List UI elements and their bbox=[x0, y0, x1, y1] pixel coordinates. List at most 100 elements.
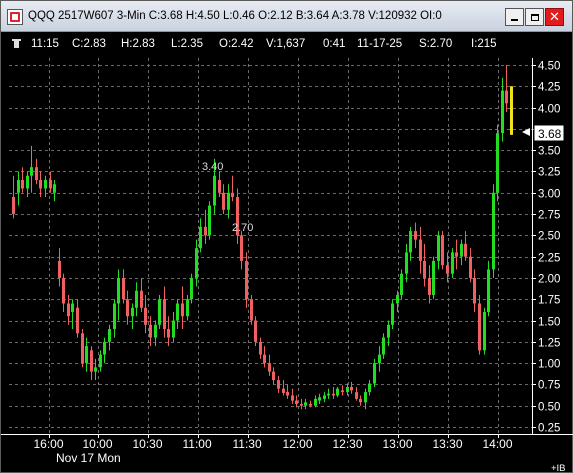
y-tick-label: 1.25 bbox=[538, 338, 560, 350]
candle-body bbox=[199, 226, 202, 249]
candle-body bbox=[487, 269, 490, 313]
x-tick-label: 13:00 bbox=[383, 437, 413, 451]
candle bbox=[473, 269, 476, 313]
candle-body bbox=[272, 371, 275, 381]
candle bbox=[300, 398, 303, 410]
candle-body bbox=[323, 395, 326, 399]
y-tick-label: 1.75 bbox=[538, 295, 560, 307]
y-tick-label: 3.25 bbox=[538, 167, 560, 179]
candle-body bbox=[304, 402, 307, 406]
candlestick-chart[interactable]: 4.504.254.003.753.503.253.002.752.502.25… bbox=[1, 1, 573, 473]
candle-body bbox=[501, 90, 504, 134]
candle-body bbox=[58, 260, 61, 278]
candle-body bbox=[140, 290, 143, 308]
candle-body bbox=[473, 277, 476, 304]
candle-body bbox=[346, 386, 349, 393]
candle bbox=[158, 294, 161, 330]
candle-body bbox=[483, 312, 486, 351]
annotation-high: 3.40 bbox=[202, 161, 223, 173]
candle-body bbox=[250, 299, 253, 321]
y-tick-label: 2.25 bbox=[538, 253, 560, 265]
candle bbox=[496, 124, 499, 202]
candle bbox=[409, 226, 412, 261]
y-axis: 4.504.254.003.753.503.253.002.752.502.25… bbox=[532, 58, 560, 435]
candle bbox=[314, 395, 317, 408]
annotation-strike: 2.70 bbox=[232, 222, 253, 234]
candle bbox=[58, 248, 61, 287]
candle-body bbox=[167, 329, 170, 338]
candle-body bbox=[437, 235, 440, 261]
candle bbox=[405, 243, 408, 283]
candle bbox=[135, 282, 138, 317]
candle-body bbox=[295, 400, 298, 405]
candle-body bbox=[332, 393, 335, 396]
candle-body bbox=[478, 303, 481, 351]
candles bbox=[12, 65, 513, 410]
candle bbox=[144, 294, 147, 334]
candle-body bbox=[364, 392, 367, 403]
candle bbox=[350, 381, 353, 394]
x-tick-label: 14:00 bbox=[483, 437, 513, 451]
candle bbox=[469, 248, 472, 283]
candle-body bbox=[195, 248, 198, 278]
candle bbox=[487, 260, 490, 317]
candle-body bbox=[181, 303, 184, 317]
candle bbox=[295, 395, 298, 408]
candle-body bbox=[409, 231, 412, 253]
candle-body bbox=[204, 226, 207, 236]
candle bbox=[336, 386, 339, 398]
candle-body bbox=[176, 303, 179, 321]
candle bbox=[323, 392, 326, 403]
candle bbox=[163, 286, 166, 338]
candle-body bbox=[35, 167, 38, 180]
candle-body bbox=[126, 299, 129, 317]
candle bbox=[131, 303, 134, 330]
candle-body bbox=[428, 277, 431, 295]
candle-body bbox=[378, 354, 381, 364]
candle bbox=[510, 86, 513, 135]
candle bbox=[240, 231, 243, 270]
ib-label[interactable]: +IB bbox=[551, 463, 566, 473]
candle-body bbox=[441, 235, 444, 266]
candle-body bbox=[231, 192, 234, 198]
candle bbox=[423, 243, 426, 287]
candle bbox=[286, 384, 289, 399]
candle bbox=[268, 354, 271, 376]
candle bbox=[382, 333, 385, 359]
candle bbox=[478, 294, 481, 355]
candle-body bbox=[218, 179, 221, 193]
candle-body bbox=[172, 320, 175, 338]
date-label: Nov 17 Mon bbox=[56, 451, 121, 465]
candle-body bbox=[309, 404, 312, 406]
candle-body bbox=[85, 346, 88, 364]
candle bbox=[414, 222, 417, 249]
candle-body bbox=[446, 265, 449, 274]
candle-body bbox=[71, 303, 74, 313]
candle bbox=[122, 269, 125, 304]
candle-body bbox=[222, 192, 225, 210]
candle-body bbox=[90, 350, 93, 372]
candle-body bbox=[117, 277, 120, 304]
candle bbox=[368, 380, 371, 396]
candle bbox=[250, 294, 253, 325]
candle bbox=[90, 346, 93, 381]
candle bbox=[282, 380, 285, 396]
candle bbox=[492, 184, 495, 278]
x-axis: 16:00 10:00 10:30 11:00 11:30 12:00 12:30 13:00… bbox=[1, 434, 573, 451]
candle bbox=[62, 273, 65, 313]
candle bbox=[272, 367, 275, 385]
y-tick-label: 0.50 bbox=[538, 402, 560, 414]
x-tick-label: 12:00 bbox=[283, 437, 313, 451]
candle-body bbox=[213, 175, 216, 206]
candle-body bbox=[76, 307, 79, 334]
candle-body bbox=[30, 167, 33, 176]
candle-body bbox=[355, 392, 358, 399]
y-tick-label: 4.25 bbox=[538, 82, 560, 94]
candle-body bbox=[44, 179, 47, 189]
candle bbox=[204, 209, 207, 244]
candle-body bbox=[510, 86, 513, 135]
candle bbox=[12, 175, 15, 219]
candle-body bbox=[336, 388, 339, 396]
candle bbox=[167, 316, 170, 347]
candle bbox=[103, 337, 106, 364]
